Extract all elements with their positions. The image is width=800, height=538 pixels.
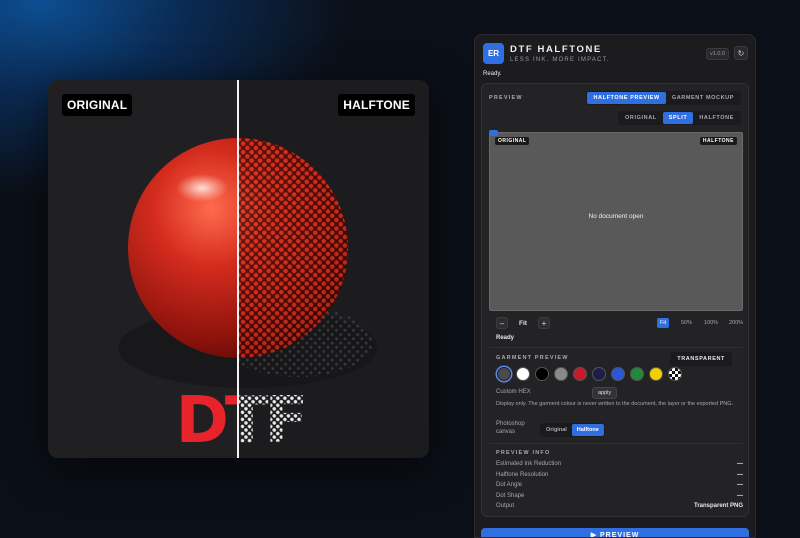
info-row-resolution: Halftone Resolution — [496,472,743,478]
info-row-output: Output Transparent PNG [496,503,743,509]
garment-section-title: GARMENT PREVIEW [496,355,569,361]
showcase-card: DTF DTF ORIGINAL HALFTONE [48,80,429,458]
halftone-label: HALFTONE [338,94,415,116]
custom-hex-label: Custom HEX [496,389,531,395]
info-value: — [737,493,743,499]
status-text: Ready. [483,71,502,77]
preview-viewport[interactable]: ORIGINAL HALFTONE No document open [489,130,743,311]
swatch-red[interactable] [573,367,587,381]
swatch-black[interactable] [535,367,549,381]
view-tabs: ORIGINAL SPLIT HALFTONE [618,111,741,125]
app-title: DTF HALFTONE [510,44,602,55]
zoom-200[interactable]: 200% [726,318,746,328]
app-logo: ER [483,43,504,64]
tab-garment-mockup[interactable]: GARMENT MOCKUP [666,92,740,104]
tab-halftone[interactable]: HALFTONE [693,112,740,124]
preview-status: Ready [496,335,515,341]
swatch-yellow[interactable] [649,367,663,381]
panel-header: ER DTF HALFTONE LESS INK. MORE IMPACT. v… [475,35,755,73]
swatch-blue[interactable] [611,367,625,381]
info-row-shape: Dot Shape — [496,493,743,499]
transparent-badge: TRANSPARENT [671,353,731,365]
canvas-halftone-option[interactable]: Halftone [571,424,604,436]
app-subtitle: LESS INK. MORE IMPACT. [510,57,610,63]
info-value: — [737,461,743,467]
original-label: ORIGINAL [62,94,133,116]
empty-message: No document open [588,213,644,220]
zoom-100[interactable]: 100% [701,318,721,328]
info-label: Dot Angle [496,482,523,488]
apply-button[interactable]: apply [592,387,618,399]
viewport-halftone-tag: HALFTONE [699,137,737,145]
zoom-50[interactable]: 50% [678,318,695,328]
swatch-heather[interactable] [497,367,511,381]
swatch-transparent-icon[interactable] [668,367,682,381]
divider [489,347,743,348]
swatch-green[interactable] [630,367,644,381]
tab-split[interactable]: SPLIT [662,112,694,124]
zoom-value: Fit [519,320,527,327]
zoom-out-button[interactable]: – [496,317,508,329]
garment-badge: TRANSPARENT [670,352,732,366]
info-label: Output [496,503,515,509]
info-label: Estimated Ink Reduction [496,461,562,467]
plugin-panel: ER DTF HALFTONE LESS INK. MORE IMPACT. v… [474,34,756,538]
preview-mode-tabs: HALFTONE PREVIEW GARMENT MOCKUP [586,91,741,105]
info-label: Halftone Resolution [496,472,549,478]
divider [489,443,743,444]
zoom-fit[interactable]: Fit [657,318,670,328]
swatch-white[interactable] [516,367,530,381]
garment-note: Display only. The garment colour is neve… [496,401,734,407]
info-row-ink: Estimated Ink Reduction — [496,461,743,467]
viewport-corner-marker [489,130,498,136]
canvas-toggle: Original Halftone [540,423,605,437]
ball-highlight [176,174,228,202]
info-value: Transparent PNG [693,503,743,509]
split-divider[interactable] [237,80,239,458]
canvas-label: Photoshop canvas [496,421,525,435]
preview-card: PREVIEW HALFTONE PREVIEW GARMENT MOCKUP … [481,83,749,517]
preview-button[interactable]: ▶ PREVIEW [481,528,749,537]
tab-halftone-preview[interactable]: HALFTONE PREVIEW [587,92,666,104]
zoom-in-button[interactable]: + [538,317,550,329]
version-badge: v1.0.0 [706,48,729,60]
info-section-title: PREVIEW INFO [496,450,551,456]
info-value: — [737,482,743,488]
refresh-icon[interactable]: ↻ [734,46,748,60]
preview-section-title: PREVIEW [489,95,523,101]
viewport-original-tag: ORIGINAL [495,137,530,145]
info-row-angle: Dot Angle — [496,482,743,488]
info-value: — [737,472,743,478]
swatch-grey[interactable] [554,367,568,381]
swatch-navy[interactable] [592,367,606,381]
tab-original[interactable]: ORIGINAL [619,112,663,124]
info-label: Dot Shape [496,493,525,499]
canvas-original-option[interactable]: Original [541,424,572,436]
